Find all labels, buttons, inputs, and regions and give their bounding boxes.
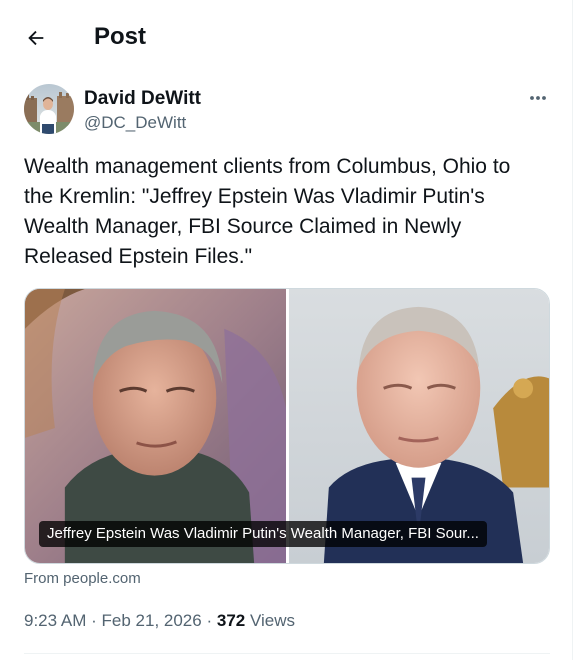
arrow-left-icon [28, 30, 44, 46]
author-handle[interactable]: @DC_DeWitt [84, 112, 186, 134]
more-button[interactable] [526, 86, 550, 110]
meta-separator: · [206, 611, 213, 630]
views-label: Views [249, 611, 296, 630]
link-source[interactable]: From people.com [24, 570, 141, 588]
page-title: Post [94, 23, 147, 50]
post-time[interactable]: 9:23 AM [24, 611, 86, 630]
meta-separator: · [91, 611, 97, 630]
author-display-name[interactable]: David DeWitt [84, 88, 201, 110]
post-date[interactable]: Feb 21, 2026 [102, 611, 202, 630]
post-page: Post David DeWitt @DC_DeWitt Wealth mana… [0, 0, 573, 660]
avatar[interactable] [24, 84, 74, 134]
link-card-caption: Jeffrey Epstein Was Vladimir Putin's Wea… [39, 521, 487, 547]
link-card[interactable]: Jeffrey Epstein Was Vladimir Putin's Wea… [24, 288, 550, 564]
post-meta: 9:23 AM · Feb 21, 2026 · 372 Views [24, 610, 295, 632]
top-bar: Post [0, 0, 572, 76]
author-row: David DeWitt @DC_DeWitt [24, 84, 554, 140]
avatar-image [24, 84, 74, 134]
view-count: 372 [216, 611, 246, 630]
divider [24, 653, 550, 654]
more-dots-icon [530, 96, 546, 100]
post-text: Wealth management clients from Columbus,… [24, 155, 517, 268]
back-button[interactable] [18, 22, 54, 54]
